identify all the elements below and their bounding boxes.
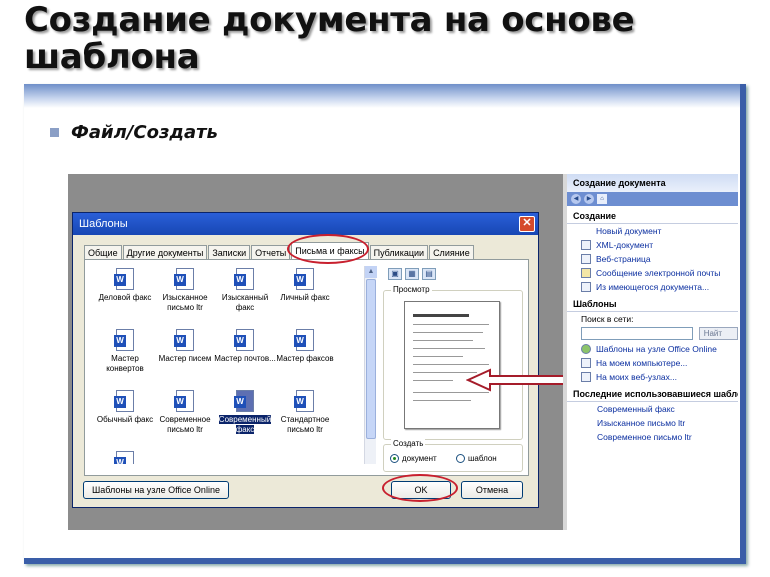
template-item[interactable]: Мастер факсов — [273, 329, 337, 364]
tab-publications[interactable]: Публикации — [369, 245, 429, 259]
template-item[interactable]: Изысканное письмо ltr — [153, 268, 217, 313]
recent-link[interactable]: Современный факс — [567, 402, 738, 416]
office-online-button[interactable]: Шаблоны на узле Office Online — [83, 481, 229, 499]
bullet-square-icon — [50, 128, 59, 137]
cancel-button[interactable]: Отмена — [461, 481, 523, 499]
slide: Создание документа на основе шаблона Фай… — [0, 0, 770, 577]
templates-dialog: Шаблоны ✕ Общие Другие документы Записки… — [72, 212, 539, 508]
preview-thumbnail — [404, 301, 500, 429]
link-on-my-computer[interactable]: На моем компьютере... — [567, 356, 738, 370]
tab-letters-faxes[interactable]: Письма и факсы — [291, 242, 369, 260]
email-icon — [581, 268, 591, 278]
scroll-thumb[interactable] — [366, 279, 376, 439]
word-document-icon — [234, 329, 254, 351]
bullet-text: Файл/Создать — [71, 122, 218, 143]
task-pane: Создание документа ◀ ▶ ⌂ Создание Новый … — [563, 174, 738, 530]
template-item[interactable]: Деловой факс — [93, 268, 157, 303]
search-input[interactable] — [581, 327, 693, 340]
template-item[interactable]: Мастер конвертов — [93, 329, 157, 374]
search-label: Поиск в сети: — [581, 314, 634, 324]
link-from-existing[interactable]: Из имеющегося документа... — [567, 280, 738, 294]
word-document-icon — [174, 268, 194, 290]
radio-checked-icon[interactable] — [390, 454, 399, 463]
existing-document-icon — [581, 282, 591, 292]
word-document-icon — [114, 390, 134, 412]
link-new-document[interactable]: Новый документ — [567, 224, 738, 238]
tab-memos[interactable]: Записки — [208, 245, 251, 259]
bullet-item: Файл/Создать — [50, 122, 218, 143]
tab-general[interactable]: Общие — [84, 245, 122, 259]
scroll-up-icon[interactable]: ▲ — [365, 266, 377, 278]
task-pane-nav: ◀ ▶ ⌂ — [567, 192, 738, 206]
dialog-tabs: Общие Другие документы Записки Отчеты Пи… — [84, 242, 475, 260]
details-view-icon[interactable]: ▤ — [422, 268, 436, 280]
blank-document-icon — [581, 226, 591, 236]
tab-other-documents[interactable]: Другие документы — [122, 245, 208, 259]
word-document-icon — [294, 329, 314, 351]
preview-label: Просмотр — [391, 285, 432, 294]
link-office-online-templates[interactable]: Шаблоны на узле Office Online — [567, 342, 738, 356]
search-row: Найт — [567, 326, 738, 342]
radio-template[interactable]: шаблон — [456, 454, 497, 463]
link-xml-document[interactable]: XML-документ — [567, 238, 738, 252]
radio-unchecked-icon[interactable] — [456, 454, 465, 463]
template-item[interactable]: Личный факс — [273, 268, 337, 303]
tab-reports[interactable]: Отчеты — [251, 245, 291, 259]
word-document-icon — [174, 390, 194, 412]
template-item[interactable] — [93, 451, 157, 464]
templates-section-title: Шаблоны — [567, 296, 738, 312]
create-label: Создать — [391, 439, 426, 448]
create-section-title: Создание — [567, 208, 738, 224]
word-document-icon — [114, 268, 134, 290]
word-document-icon — [234, 268, 254, 290]
recent-link[interactable]: Современное письмо ltr — [567, 430, 738, 444]
web-page-icon — [581, 254, 591, 264]
template-item[interactable]: Мастер писем — [153, 329, 217, 364]
recent-link[interactable]: Изысканное письмо ltr — [567, 416, 738, 430]
word-document-icon — [234, 390, 254, 412]
create-as-group: Создать документ шаблон — [383, 439, 523, 472]
link-email-message[interactable]: Сообщение электронной почты — [567, 266, 738, 280]
recent-section-title: Последние использовавшиеся шабло — [567, 386, 738, 402]
view-mode-buttons: ▣ ▦ ▤ — [388, 268, 436, 280]
large-icons-view-icon[interactable]: ▣ — [388, 268, 402, 280]
ok-button[interactable]: OK — [391, 481, 451, 499]
tab-mail-merge[interactable]: Слияние — [429, 245, 474, 259]
template-item[interactable]: Стандартное письмо ltr — [273, 390, 337, 435]
template-item[interactable]: Мастер почтов... — [213, 329, 277, 364]
link-on-my-websites[interactable]: На моих веб-узлах... — [567, 370, 738, 384]
back-icon[interactable]: ◀ — [571, 194, 581, 204]
template-item[interactable]: Обычный факс — [93, 390, 157, 425]
task-pane-header: Создание документа — [567, 174, 738, 192]
word-document-icon — [294, 390, 314, 412]
close-icon[interactable]: ✕ — [519, 216, 535, 232]
globe-icon — [581, 344, 591, 354]
web-folder-icon — [581, 372, 591, 382]
preview-group: Просмотр — [383, 285, 523, 440]
word-document-icon — [294, 268, 314, 290]
word-document-icon — [174, 329, 194, 351]
search-go-button[interactable]: Найт — [698, 327, 738, 340]
home-icon[interactable]: ⌂ — [597, 194, 607, 204]
template-item[interactable]: Изысканный факс — [213, 268, 277, 313]
tab-page: Деловой факс Изысканное письмо ltr Изыск… — [84, 259, 529, 476]
template-item-selected[interactable]: Современный факс — [213, 390, 277, 435]
radio-document[interactable]: документ — [390, 454, 437, 463]
computer-templates-icon — [581, 358, 591, 368]
xml-document-icon — [581, 240, 591, 250]
frame-header-bar — [24, 84, 740, 108]
word-document-icon — [114, 329, 134, 351]
template-list: Деловой факс Изысканное письмо ltr Изыск… — [93, 266, 361, 464]
dialog-title: Шаблоны — [79, 218, 128, 230]
forward-icon[interactable]: ▶ — [584, 194, 594, 204]
template-item[interactable]: Современное письмо ltr — [153, 390, 217, 435]
link-web-page[interactable]: Веб-страница — [567, 252, 738, 266]
slide-title: Создание документа на основе шаблона — [24, 0, 635, 77]
template-list-scrollbar[interactable]: ▲ — [364, 266, 377, 464]
word-document-icon — [114, 451, 134, 464]
list-view-icon[interactable]: ▦ — [405, 268, 419, 280]
dialog-titlebar: Шаблоны ✕ — [73, 213, 538, 235]
